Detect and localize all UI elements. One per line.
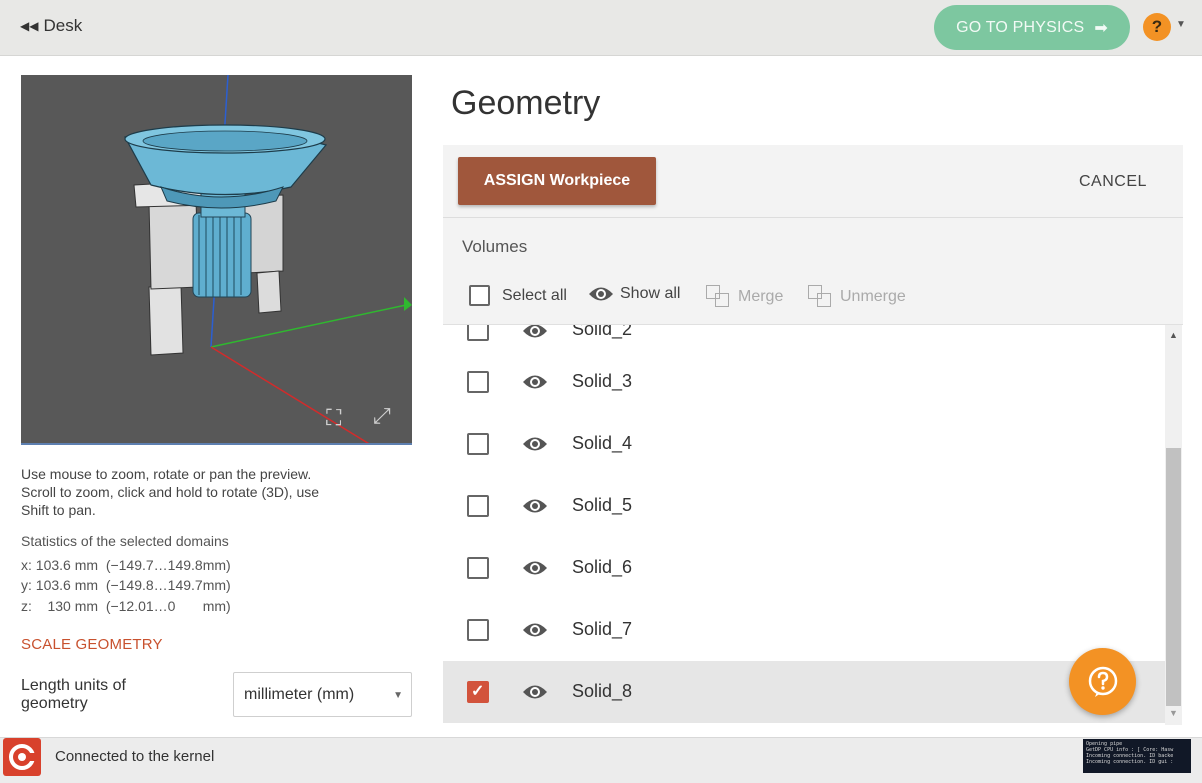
divider (443, 217, 1183, 218)
volume-name: Solid_6 (572, 557, 633, 577)
statistics-title: Statistics of the selected domains (21, 533, 229, 549)
preview-hint: Use mouse to zoom, rotate or pan the pre… (21, 466, 320, 518)
show-all-button[interactable]: Show all (588, 285, 680, 303)
floating-help-button[interactable] (1069, 648, 1136, 715)
list-item[interactable]: Solid_8 (443, 661, 1165, 723)
eye-icon[interactable] (521, 497, 549, 515)
assign-workpiece-button[interactable]: ASSIGN Workpiece (458, 157, 656, 205)
list-item[interactable]: Solid_4 (443, 413, 1165, 475)
length-units-select[interactable]: millimeter (mm) ▼ (233, 672, 412, 717)
go-to-physics-label: GO TO PHYSICS (956, 18, 1085, 36)
volume-checkbox[interactable] (467, 557, 489, 579)
unmerge-icon (808, 285, 834, 309)
eye-icon[interactable] (521, 373, 549, 391)
volume-name: Solid_3 (572, 371, 633, 391)
cancel-button[interactable]: CANCEL (1079, 173, 1147, 191)
length-units-value: millimeter (mm) (244, 686, 355, 703)
eye-icon[interactable] (521, 559, 549, 577)
expand-icon[interactable]: ⤢ (373, 403, 391, 429)
go-to-physics-button[interactable]: GO TO PHYSICS ➡ (934, 5, 1130, 50)
volume-checkbox[interactable] (467, 619, 489, 641)
volume-checkbox[interactable] (467, 681, 489, 703)
volume-checkbox[interactable] (467, 433, 489, 455)
chevron-down-icon[interactable]: ▼ (1176, 19, 1186, 30)
volume-name: Solid_8 (572, 681, 633, 701)
help-menu-button[interactable]: ? (1143, 13, 1171, 41)
app-logo (3, 738, 41, 776)
geometry-3d-render (124, 75, 412, 443)
fit-view-icon[interactable]: ⛶ (326, 405, 341, 431)
back-arrow-icon: ◀◀ (20, 19, 39, 33)
scrollbar-thumb[interactable] (1166, 448, 1181, 706)
question-icon: ? (1151, 17, 1163, 36)
geometry-preview-viewer[interactable]: ⛶ ⤢ (21, 75, 412, 445)
logo-icon (9, 744, 37, 770)
volume-name: Solid_2 (572, 325, 633, 339)
page-title: Geometry (451, 84, 601, 122)
stat-row-x: x: 103.6 mm (−149.7…149.8mm) (21, 557, 231, 573)
volume-checkbox[interactable] (467, 495, 489, 517)
eye-icon (589, 287, 613, 301)
stat-row-z: z: 130 mm (−12.01…0 mm) (21, 598, 231, 614)
merge-button[interactable]: Merge (706, 285, 783, 309)
scroll-up-icon[interactable]: ▲ (1169, 330, 1178, 340)
help-chat-icon (1088, 666, 1117, 697)
volume-checkbox[interactable] (467, 371, 489, 393)
list-item[interactable]: Solid_6 (443, 537, 1165, 599)
volume-name: Solid_4 (572, 433, 633, 453)
eye-icon[interactable] (521, 683, 549, 701)
volumes-list[interactable]: Solid_2 Solid_3 Solid_4 Solid_5 Solid_6 … (443, 325, 1165, 725)
connection-status: Connected to the kernel (55, 748, 215, 765)
eye-icon[interactable] (521, 621, 549, 639)
list-item[interactable]: Solid_5 (443, 475, 1165, 537)
scale-geometry-link[interactable]: SCALE GEOMETRY (21, 636, 163, 653)
desk-back-button[interactable]: ◀◀ Desk (20, 16, 82, 36)
eye-icon[interactable] (521, 325, 549, 340)
chevron-down-icon: ▼ (393, 690, 403, 701)
length-units-label: Length units of geometry (21, 677, 126, 712)
select-all-control[interactable]: Select all (469, 285, 567, 306)
scroll-down-icon[interactable]: ▼ (1169, 708, 1178, 718)
volume-checkbox[interactable] (467, 325, 489, 341)
arrow-right-icon: ➡ (1094, 19, 1108, 37)
stat-row-y: y: 103.6 mm (−149.8…149.7mm) (21, 577, 231, 593)
merge-icon (706, 285, 732, 309)
console-preview[interactable]: Opening pipe GetDP CPU info : [ Core: Ha… (1083, 739, 1191, 773)
unmerge-button[interactable]: Unmerge (808, 285, 906, 309)
list-item[interactable]: Solid_7 (443, 599, 1165, 661)
list-item[interactable]: Solid_3 (443, 351, 1165, 413)
desk-label: Desk (43, 16, 83, 35)
select-all-checkbox[interactable] (469, 285, 490, 306)
volumes-label: Volumes (462, 237, 528, 256)
volume-name: Solid_5 (572, 495, 633, 515)
eye-icon[interactable] (521, 435, 549, 453)
volume-name: Solid_7 (572, 619, 633, 639)
